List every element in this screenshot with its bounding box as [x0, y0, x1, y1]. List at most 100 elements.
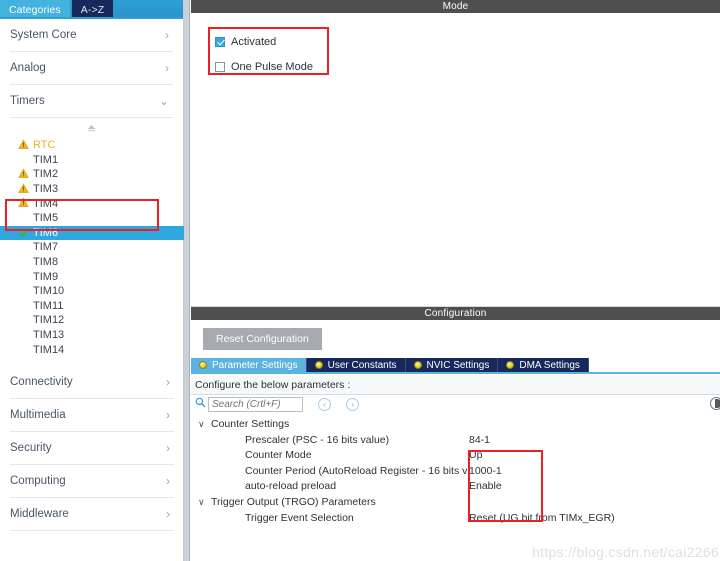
warning-icon [18, 139, 29, 150]
tab-categories[interactable]: Categories [0, 0, 70, 19]
timers-list-item[interactable]: RTC [18, 138, 183, 153]
tab-parameter-settings-label: Parameter Settings [212, 359, 298, 371]
timers-list-item[interactable]: TIM3 [18, 182, 183, 197]
sidebar-item-system-core[interactable]: System Core › [10, 19, 173, 52]
sidebar-item-timers[interactable]: Timers ⌄ [10, 85, 173, 118]
tab-nvic-settings-label: NVIC Settings [426, 359, 490, 371]
parameter-group-header[interactable]: ∨ Counter Settings [191, 416, 720, 432]
timers-list: RTC TIM1 TIM2 TIM3 TIM4 TIM5 TIM6 TIM7 TIM8 TIM9 T… [0, 138, 184, 357]
timers-list-item[interactable]: TIM14 [18, 342, 183, 357]
timers-list-item[interactable]: TIM9 [18, 269, 183, 284]
timers-list-item-label: TIM4 [33, 197, 59, 210]
sidebar-item-middleware[interactable]: Middleware › [10, 498, 174, 531]
timers-list-item-label: RTC [33, 139, 56, 152]
timers-list-item[interactable]: TIM1 [18, 153, 183, 168]
parameter-value[interactable]: 84-1 [469, 434, 490, 446]
timers-list-item[interactable]: TIM2 [18, 167, 183, 182]
chevron-right-icon: › [166, 375, 170, 389]
timers-list-item-label: TIM2 [33, 168, 59, 181]
chevron-right-icon: › [166, 507, 170, 521]
sidebar-item-label: Timers [10, 95, 45, 107]
search-input[interactable] [208, 396, 303, 412]
tab-nvic-settings[interactable]: NVIC Settings [406, 358, 499, 372]
tab-parameter-settings[interactable]: Parameter Settings [191, 358, 307, 372]
status-dot-icon [199, 361, 207, 369]
configuration-tabs: Parameter Settings User Constants NVIC S… [191, 358, 720, 374]
search-icon [195, 397, 206, 411]
checkbox-activated-box[interactable] [215, 36, 225, 47]
panel-splitter[interactable] [184, 0, 190, 561]
chevron-right-icon: › [166, 408, 170, 422]
right-pane: Mode Activated One Pulse Mode Configurat… [191, 0, 720, 561]
sidebar-item-security[interactable]: Security › [10, 432, 174, 465]
timers-list-item-label: TIM11 [33, 299, 64, 312]
checkbox-activated-label: Activated [231, 35, 277, 48]
sidebar-item-multimedia[interactable]: Multimedia › [10, 399, 174, 432]
parameter-label: Counter Mode [245, 449, 312, 462]
chevron-down-icon: ∨ [198, 418, 205, 429]
parameter-row[interactable]: Trigger Event Selection Reset (UG bit fro… [191, 510, 720, 526]
status-dot-icon [506, 361, 515, 369]
tab-dma-settings[interactable]: DMA Settings [498, 358, 589, 372]
timers-list-item-label: TIM8 [33, 256, 59, 269]
parameter-row[interactable]: Counter Period (AutoReload Register - 16… [191, 463, 720, 479]
timers-list-item[interactable]: TIM11 [18, 299, 183, 314]
timers-list-item[interactable]: TIM7 [18, 240, 183, 255]
timers-list-item[interactable]: TIM13 [18, 328, 183, 343]
sidebar-item-label: Analog [10, 62, 46, 74]
parameter-row[interactable]: auto-reload preload Enable [191, 479, 720, 495]
sidebar-item-label: Middleware [10, 508, 69, 520]
help-icon[interactable] [710, 397, 720, 410]
parameter-value[interactable]: Enable [469, 480, 502, 492]
parameter-label: Trigger Event Selection [245, 511, 354, 524]
timers-list-item-label: TIM7 [33, 241, 59, 254]
parameter-value[interactable]: Up [469, 449, 482, 461]
chevron-right-icon: › [166, 474, 170, 488]
nav-next-icon[interactable]: › [346, 397, 359, 411]
timers-list-item[interactable]: TIM4 [18, 196, 183, 211]
status-dot-icon [314, 361, 323, 369]
timers-list-item[interactable]: TIM8 [18, 255, 183, 270]
chevron-right-icon: › [165, 61, 169, 75]
configuration-panel: Reset Configuration Parameter Settings U… [191, 320, 720, 561]
parameter-row[interactable]: Prescaler (PSC - 16 bits value) 84-1 [191, 432, 720, 448]
tab-user-constants[interactable]: User Constants [307, 358, 406, 372]
mode-checkbox-group: Activated One Pulse Mode [215, 33, 313, 75]
sidebar-item-label: Connectivity [10, 376, 73, 388]
tab-dma-settings-label: DMA Settings [519, 359, 580, 371]
timers-list-item[interactable]: TIM10 [18, 284, 183, 299]
timers-list-item-label: TIM14 [33, 343, 65, 356]
parameter-row[interactable]: Counter Mode Up [191, 448, 720, 464]
scroll-up-indicator[interactable] [0, 118, 183, 138]
warning-icon [18, 197, 29, 208]
timers-list-item-label: TIM6 [33, 226, 59, 239]
search-row: ‹ › [195, 394, 720, 414]
configuration-description: Configure the below parameters : [191, 376, 720, 395]
checkbox-one-pulse-mode-box[interactable] [215, 61, 225, 72]
checkbox-activated[interactable]: Activated [215, 33, 313, 50]
parameter-group-header[interactable]: ∨ Trigger Output (TRGO) Parameters [191, 494, 720, 510]
checkbox-one-pulse-mode[interactable]: One Pulse Mode [215, 58, 313, 75]
sidebar-item-connectivity[interactable]: Connectivity › [10, 366, 174, 399]
mode-panel: Activated One Pulse Mode [191, 13, 720, 307]
warning-icon [18, 183, 29, 194]
tab-categories-label: Categories [9, 3, 61, 16]
sidebar-item-analog[interactable]: Analog › [10, 52, 173, 85]
timers-list-item[interactable]: TIM12 [18, 313, 183, 328]
timers-list-item-label: TIM12 [33, 314, 65, 327]
parameter-value[interactable]: Reset (UG bit from TIMx_EGR) [469, 512, 615, 524]
reset-configuration-button[interactable]: Reset Configuration [203, 328, 322, 350]
sidebar-item-label: Multimedia [10, 409, 66, 421]
sidebar-item-computing[interactable]: Computing › [10, 465, 174, 498]
tab-a-to-z[interactable]: A->Z [71, 0, 114, 19]
timers-list-item-selected[interactable]: TIM6 [0, 225, 184, 241]
parameter-value[interactable]: 1000-1 [469, 465, 502, 477]
watermark-text: https://blog.csdn.net/cai2266 [532, 544, 719, 560]
nav-previous-icon[interactable]: ‹ [318, 397, 331, 411]
sidebar-tabbar: Categories A->Z [0, 0, 183, 19]
timers-list-item-label: TIM10 [33, 285, 65, 298]
sidebar: Categories A->Z System Core › Analog › T… [0, 0, 184, 561]
cubemx-window: Categories A->Z System Core › Analog › T… [0, 0, 720, 561]
timers-list-item[interactable]: TIM5 [18, 211, 183, 226]
tab-user-constants-label: User Constants [327, 359, 397, 371]
